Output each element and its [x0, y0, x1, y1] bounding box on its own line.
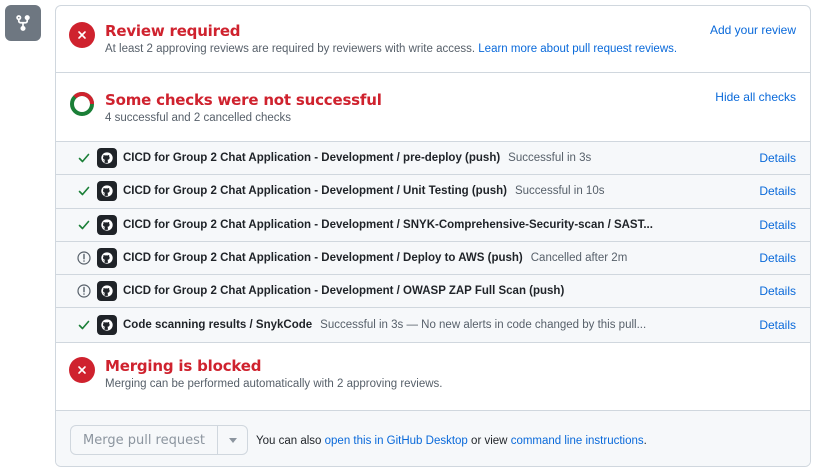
- check-name: CICD for Group 2 Chat Application - Deve…: [123, 185, 604, 197]
- check-row: Code scanning results / SnykCode Successf…: [56, 309, 810, 342]
- checks-ring-icon: [69, 91, 95, 117]
- check-name-text: CICD for Group 2 Chat Application - Deve…: [123, 185, 507, 198]
- check-name-text: CICD for Group 2 Chat Application - Deve…: [123, 252, 523, 265]
- merge-alt-suffix: .: [643, 435, 647, 447]
- close-circle-icon: [69, 357, 95, 383]
- command-line-instructions-link[interactable]: command line instructions: [511, 435, 644, 447]
- checks-list: CICD for Group 2 Chat Application - Deve…: [56, 142, 810, 342]
- github-actions-icon: [97, 248, 117, 269]
- chevron-down-icon: [228, 437, 237, 443]
- github-actions-icon: [97, 315, 117, 336]
- github-actions-icon: [97, 214, 117, 235]
- check-name: CICD for Group 2 Chat Application - Deve…: [123, 252, 627, 264]
- blocked-subtext: Merging can be performed automatically w…: [105, 378, 443, 390]
- check-name: CICD for Group 2 Chat Application - Deve…: [123, 219, 661, 231]
- check-name-text: CICD for Group 2 Chat Application - Deve…: [123, 218, 653, 231]
- github-actions-icon: [97, 281, 117, 302]
- check-desc: Successful in 10s: [514, 185, 605, 198]
- check-name-text: Code scanning results / SnykCode: [123, 319, 313, 332]
- add-review-link[interactable]: Add your review: [710, 23, 796, 37]
- check-success-icon: [76, 150, 92, 166]
- check-details-link[interactable]: Details: [759, 318, 796, 332]
- review-subtext: At least 2 approving reviews are require…: [105, 43, 677, 55]
- merge-box: Review required At least 2 approving rev…: [55, 5, 811, 467]
- check-details-link[interactable]: Details: [759, 151, 796, 165]
- merge-alt-middle: or view: [471, 435, 508, 447]
- check-row: CICD for Group 2 Chat Application - Deve…: [56, 175, 810, 209]
- check-details-link[interactable]: Details: [759, 284, 796, 298]
- merge-section: Merge pull request You can also open thi…: [56, 410, 810, 466]
- github-actions-icon: [97, 148, 117, 169]
- merge-pull-request-button[interactable]: Merge pull request: [71, 426, 217, 454]
- check-cancelled-icon: [76, 283, 92, 299]
- check-details-link[interactable]: Details: [759, 218, 796, 232]
- check-desc: Successful in 3s — No new alerts in code…: [320, 319, 647, 332]
- check-name: Code scanning results / SnykCode Successf…: [123, 319, 646, 331]
- hide-all-checks-link[interactable]: Hide all checks: [715, 90, 796, 104]
- check-row: CICD for Group 2 Chat Application - Deve…: [56, 142, 810, 176]
- review-section: Review required At least 2 approving rev…: [56, 6, 810, 73]
- checks-section: Some checks were not successful 4 succes…: [56, 73, 810, 142]
- check-name: CICD for Group 2 Chat Application - Deve…: [123, 285, 572, 297]
- check-success-icon: [76, 183, 92, 199]
- check-desc: Cancelled after 2m: [530, 252, 628, 265]
- open-github-desktop-link[interactable]: open this in GitHub Desktop: [325, 435, 468, 447]
- merge-method-dropdown[interactable]: [217, 426, 247, 454]
- learn-more-reviews-link[interactable]: Learn more about pull request reviews.: [478, 43, 677, 55]
- checks-heading: Some checks were not successful: [105, 91, 382, 109]
- merge-button-group: Merge pull request: [70, 425, 248, 455]
- check-name: CICD for Group 2 Chat Application - Deve…: [123, 152, 591, 164]
- check-name-text: CICD for Group 2 Chat Application - Deve…: [123, 285, 565, 298]
- check-name-text: CICD for Group 2 Chat Application - Deve…: [123, 152, 501, 165]
- github-actions-icon: [97, 181, 117, 202]
- check-success-icon: [76, 317, 92, 333]
- merge-alt-prefix: You can also: [256, 435, 322, 447]
- review-subtext-text: At least 2 approving reviews are require…: [105, 43, 476, 55]
- review-heading: Review required: [105, 22, 241, 40]
- checks-subtext: 4 successful and 2 cancelled checks: [105, 112, 292, 124]
- blocked-section: Merging is blocked Merging can be perfor…: [56, 342, 810, 410]
- git-merge-icon: [5, 5, 41, 41]
- check-cancelled-icon: [76, 250, 92, 266]
- blocked-heading: Merging is blocked: [105, 357, 262, 375]
- check-row: CICD for Group 2 Chat Application - Deve…: [56, 209, 810, 242]
- check-details-link[interactable]: Details: [759, 251, 796, 265]
- check-row: CICD for Group 2 Chat Application - Deve…: [56, 275, 810, 309]
- merge-alternatives: You can also open this in GitHub Desktop…: [256, 435, 647, 447]
- close-circle-icon: [69, 22, 95, 48]
- check-success-icon: [76, 217, 92, 233]
- check-details-link[interactable]: Details: [759, 184, 796, 198]
- check-desc: Successful in 3s: [508, 152, 592, 165]
- check-row: CICD for Group 2 Chat Application - Deve…: [56, 242, 810, 276]
